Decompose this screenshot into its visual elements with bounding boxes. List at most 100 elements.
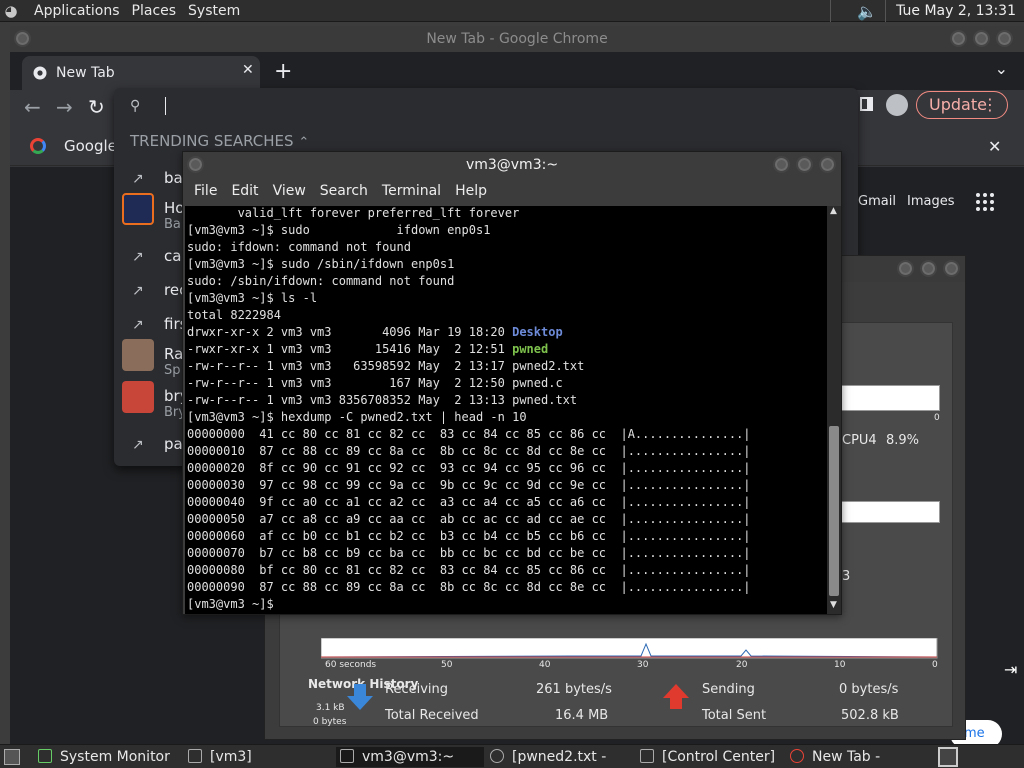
terminal-line: 00000050 a7 cc a8 cc a9 cc aa cc ab cc a… [187, 512, 751, 526]
net-axis-label: 0 bytes [313, 717, 347, 727]
terminal-line: [vm3@vm3 ~]$ [187, 597, 281, 611]
suggestion-item[interactable]: ↗ car [130, 245, 190, 275]
taskbar-item-vscode[interactable]: [pwned2.txt - VS... [490, 747, 638, 767]
control-center-icon [640, 749, 654, 763]
clock[interactable]: Tue May 2, 13:31 [896, 3, 1016, 19]
scroll-thumb[interactable] [829, 426, 839, 596]
system-menu[interactable]: System [188, 3, 240, 19]
close-button[interactable] [996, 30, 1013, 47]
search-icon: ⚲ [130, 98, 141, 114]
taskbar-item-terminal[interactable]: vm3@vm3:~ [336, 747, 484, 767]
receiving-value: 261 bytes/s [536, 682, 612, 697]
trending-icon: ↗ [132, 283, 144, 299]
suggestion-item[interactable]: ↗ rec [130, 279, 190, 309]
top-panel: ◕ Applications Places System 🔈 Tue May 2… [0, 0, 1024, 22]
suggestion-item[interactable]: Ra Sp [122, 339, 190, 378]
total-received-label: Total Received [385, 708, 479, 723]
terminal-menubar: File Edit View Search Terminal Help [183, 178, 841, 204]
new-tab-icon[interactable]: + [274, 59, 292, 84]
receiving-arrow-icon [347, 684, 373, 712]
distro-logo-icon[interactable]: ◕ [0, 0, 22, 22]
cpu-graph [840, 385, 940, 411]
suggestion-item[interactable]: bry Bry [122, 381, 190, 420]
bookmark-google[interactable]: Google [64, 137, 117, 155]
menu-file[interactable]: File [194, 183, 217, 199]
forward-icon[interactable]: → [56, 95, 73, 119]
google-icon [30, 138, 46, 154]
chrome-titlebar[interactable]: New Tab - Google Chrome [10, 26, 1024, 52]
update-button[interactable]: Update ⋮ [916, 91, 1008, 119]
terminal-screen[interactable]: valid_lft forever preferred_lft forever [… [185, 206, 827, 614]
menu-view[interactable]: View [273, 183, 306, 199]
volume-icon[interactable]: 🔈 [857, 2, 877, 21]
terminal-icon [340, 749, 354, 763]
terminal-window: vm3@vm3:~ File Edit View Search Terminal… [182, 151, 842, 615]
network-graph [321, 638, 938, 659]
close-icon[interactable]: ✕ [988, 137, 1001, 156]
net-x-tick: 60 seconds [325, 660, 377, 670]
terminal-titlebar[interactable]: vm3@vm3:~ [183, 152, 841, 178]
images-link[interactable]: Images [907, 194, 955, 209]
chevron-up-icon: ⌃ [298, 135, 310, 150]
menu-edit[interactable]: Edit [231, 183, 258, 199]
terminal-line: total 8222984 [187, 308, 281, 322]
chrome-icon [790, 749, 804, 763]
total-sent-value: 502.8 kB [841, 708, 899, 723]
scroll-down-icon[interactable]: ▼ [830, 600, 837, 610]
terminal-line: 00000000 41 cc 80 cc 81 cc 82 cc 83 cc 8… [187, 427, 751, 441]
maximize-button[interactable] [920, 260, 937, 277]
trending-searches-header[interactable]: TRENDING SEARCHES ⌃ [130, 132, 309, 150]
folder-icon [188, 749, 202, 763]
astros-logo-icon [122, 193, 154, 225]
close-tab-icon[interactable]: ✕ [242, 62, 260, 78]
back-icon[interactable]: ← [24, 95, 41, 119]
suggestion-item[interactable]: ↗ pa [130, 433, 190, 463]
minimize-button[interactable] [897, 260, 914, 277]
person-thumbnail [122, 339, 154, 371]
side-panel-icon[interactable] [860, 97, 873, 111]
window-menu-button[interactable] [187, 156, 204, 173]
net-x-tick: 40 [539, 660, 551, 670]
workspace-switcher[interactable] [938, 747, 958, 767]
tab-new-tab[interactable]: New Tab ✕ [22, 56, 260, 90]
profile-avatar[interactable] [886, 94, 908, 116]
show-desktop-icon[interactable] [4, 749, 20, 765]
minimize-button[interactable] [950, 30, 967, 47]
terminal-line: 00000040 9f cc a0 cc a1 cc a2 cc a3 cc a… [187, 495, 751, 509]
tab-search-chevron-icon[interactable]: ⌄ [995, 59, 1008, 78]
taskbar-item-vm3[interactable]: [vm3] [188, 747, 332, 767]
reload-icon[interactable]: ↻ [88, 95, 105, 119]
close-button[interactable] [819, 156, 836, 173]
person-thumbnail [122, 381, 154, 413]
maximize-button[interactable] [973, 30, 990, 47]
scroll-up-icon[interactable]: ▲ [830, 206, 837, 216]
taskbar-item-system-monitor[interactable]: System Monitor [38, 747, 186, 767]
minimize-button[interactable] [773, 156, 790, 173]
terminal-line: 00000020 8f cc 90 cc 91 cc 92 cc 93 cc 9… [187, 461, 751, 475]
applications-menu[interactable]: Applications [34, 3, 120, 19]
menu-search[interactable]: Search [320, 183, 368, 199]
more-menu-icon[interactable]: ⋮ [982, 92, 998, 118]
taskbar-item-chrome[interactable]: New Tab - Googl... [790, 747, 934, 767]
panel-separator [885, 0, 887, 22]
terminal-line: -rw-r--r-- 1 vm3 vm3 8356708352 May 2 13… [187, 393, 578, 407]
terminal-line: -rw-r--r-- 1 vm3 vm3 63598592 May 2 13:1… [187, 359, 585, 373]
menu-terminal[interactable]: Terminal [382, 183, 441, 199]
places-menu[interactable]: Places [132, 3, 177, 19]
menu-help[interactable]: Help [455, 183, 487, 199]
gmail-link[interactable]: Gmail [858, 194, 896, 209]
google-apps-icon[interactable] [976, 193, 994, 211]
update-label: Update [929, 95, 987, 114]
omnibox-input[interactable] [165, 97, 166, 115]
terminal-scrollbar[interactable]: ▲ ▼ [827, 206, 841, 614]
suggestion-item[interactable]: Ho Ba [122, 193, 190, 232]
system-monitor-icon [38, 749, 52, 763]
window-menu-button[interactable] [14, 30, 31, 47]
cpu-axis-zero: 0 [934, 413, 940, 423]
memory-digit: 3 [842, 569, 851, 584]
close-button[interactable] [943, 260, 960, 277]
terminal-line: 00000080 bf cc 80 cc 81 cc 82 cc 83 cc 8… [187, 563, 751, 577]
total-sent-label: Total Sent [702, 708, 767, 723]
maximize-button[interactable] [796, 156, 813, 173]
taskbar-item-control-center[interactable]: [Control Center] [640, 747, 788, 767]
